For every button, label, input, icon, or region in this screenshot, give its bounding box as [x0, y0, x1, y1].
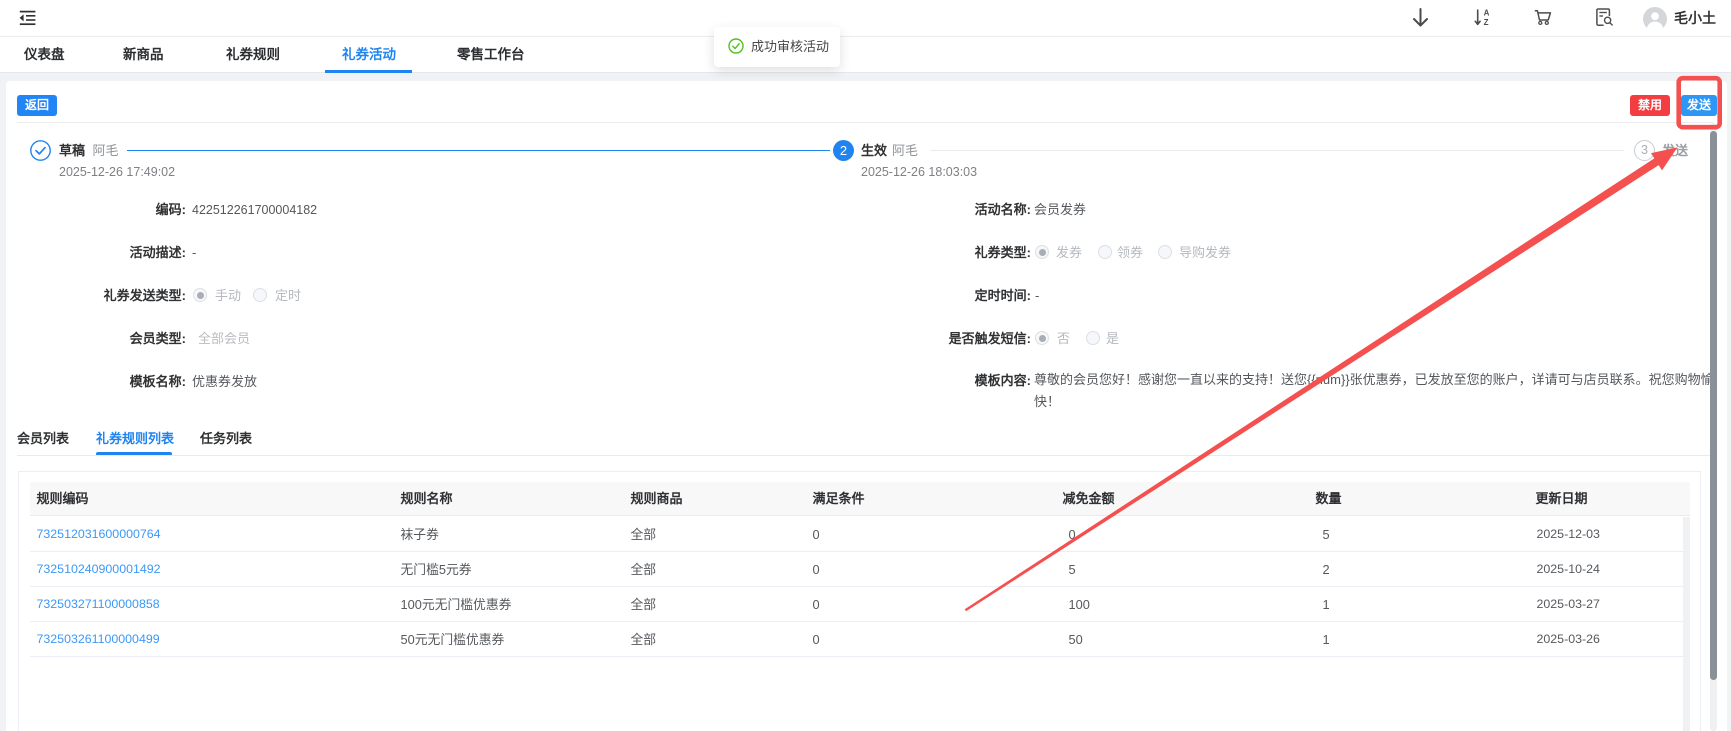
svg-text:A: A: [1484, 9, 1490, 18]
svg-text:Z: Z: [1484, 18, 1489, 27]
